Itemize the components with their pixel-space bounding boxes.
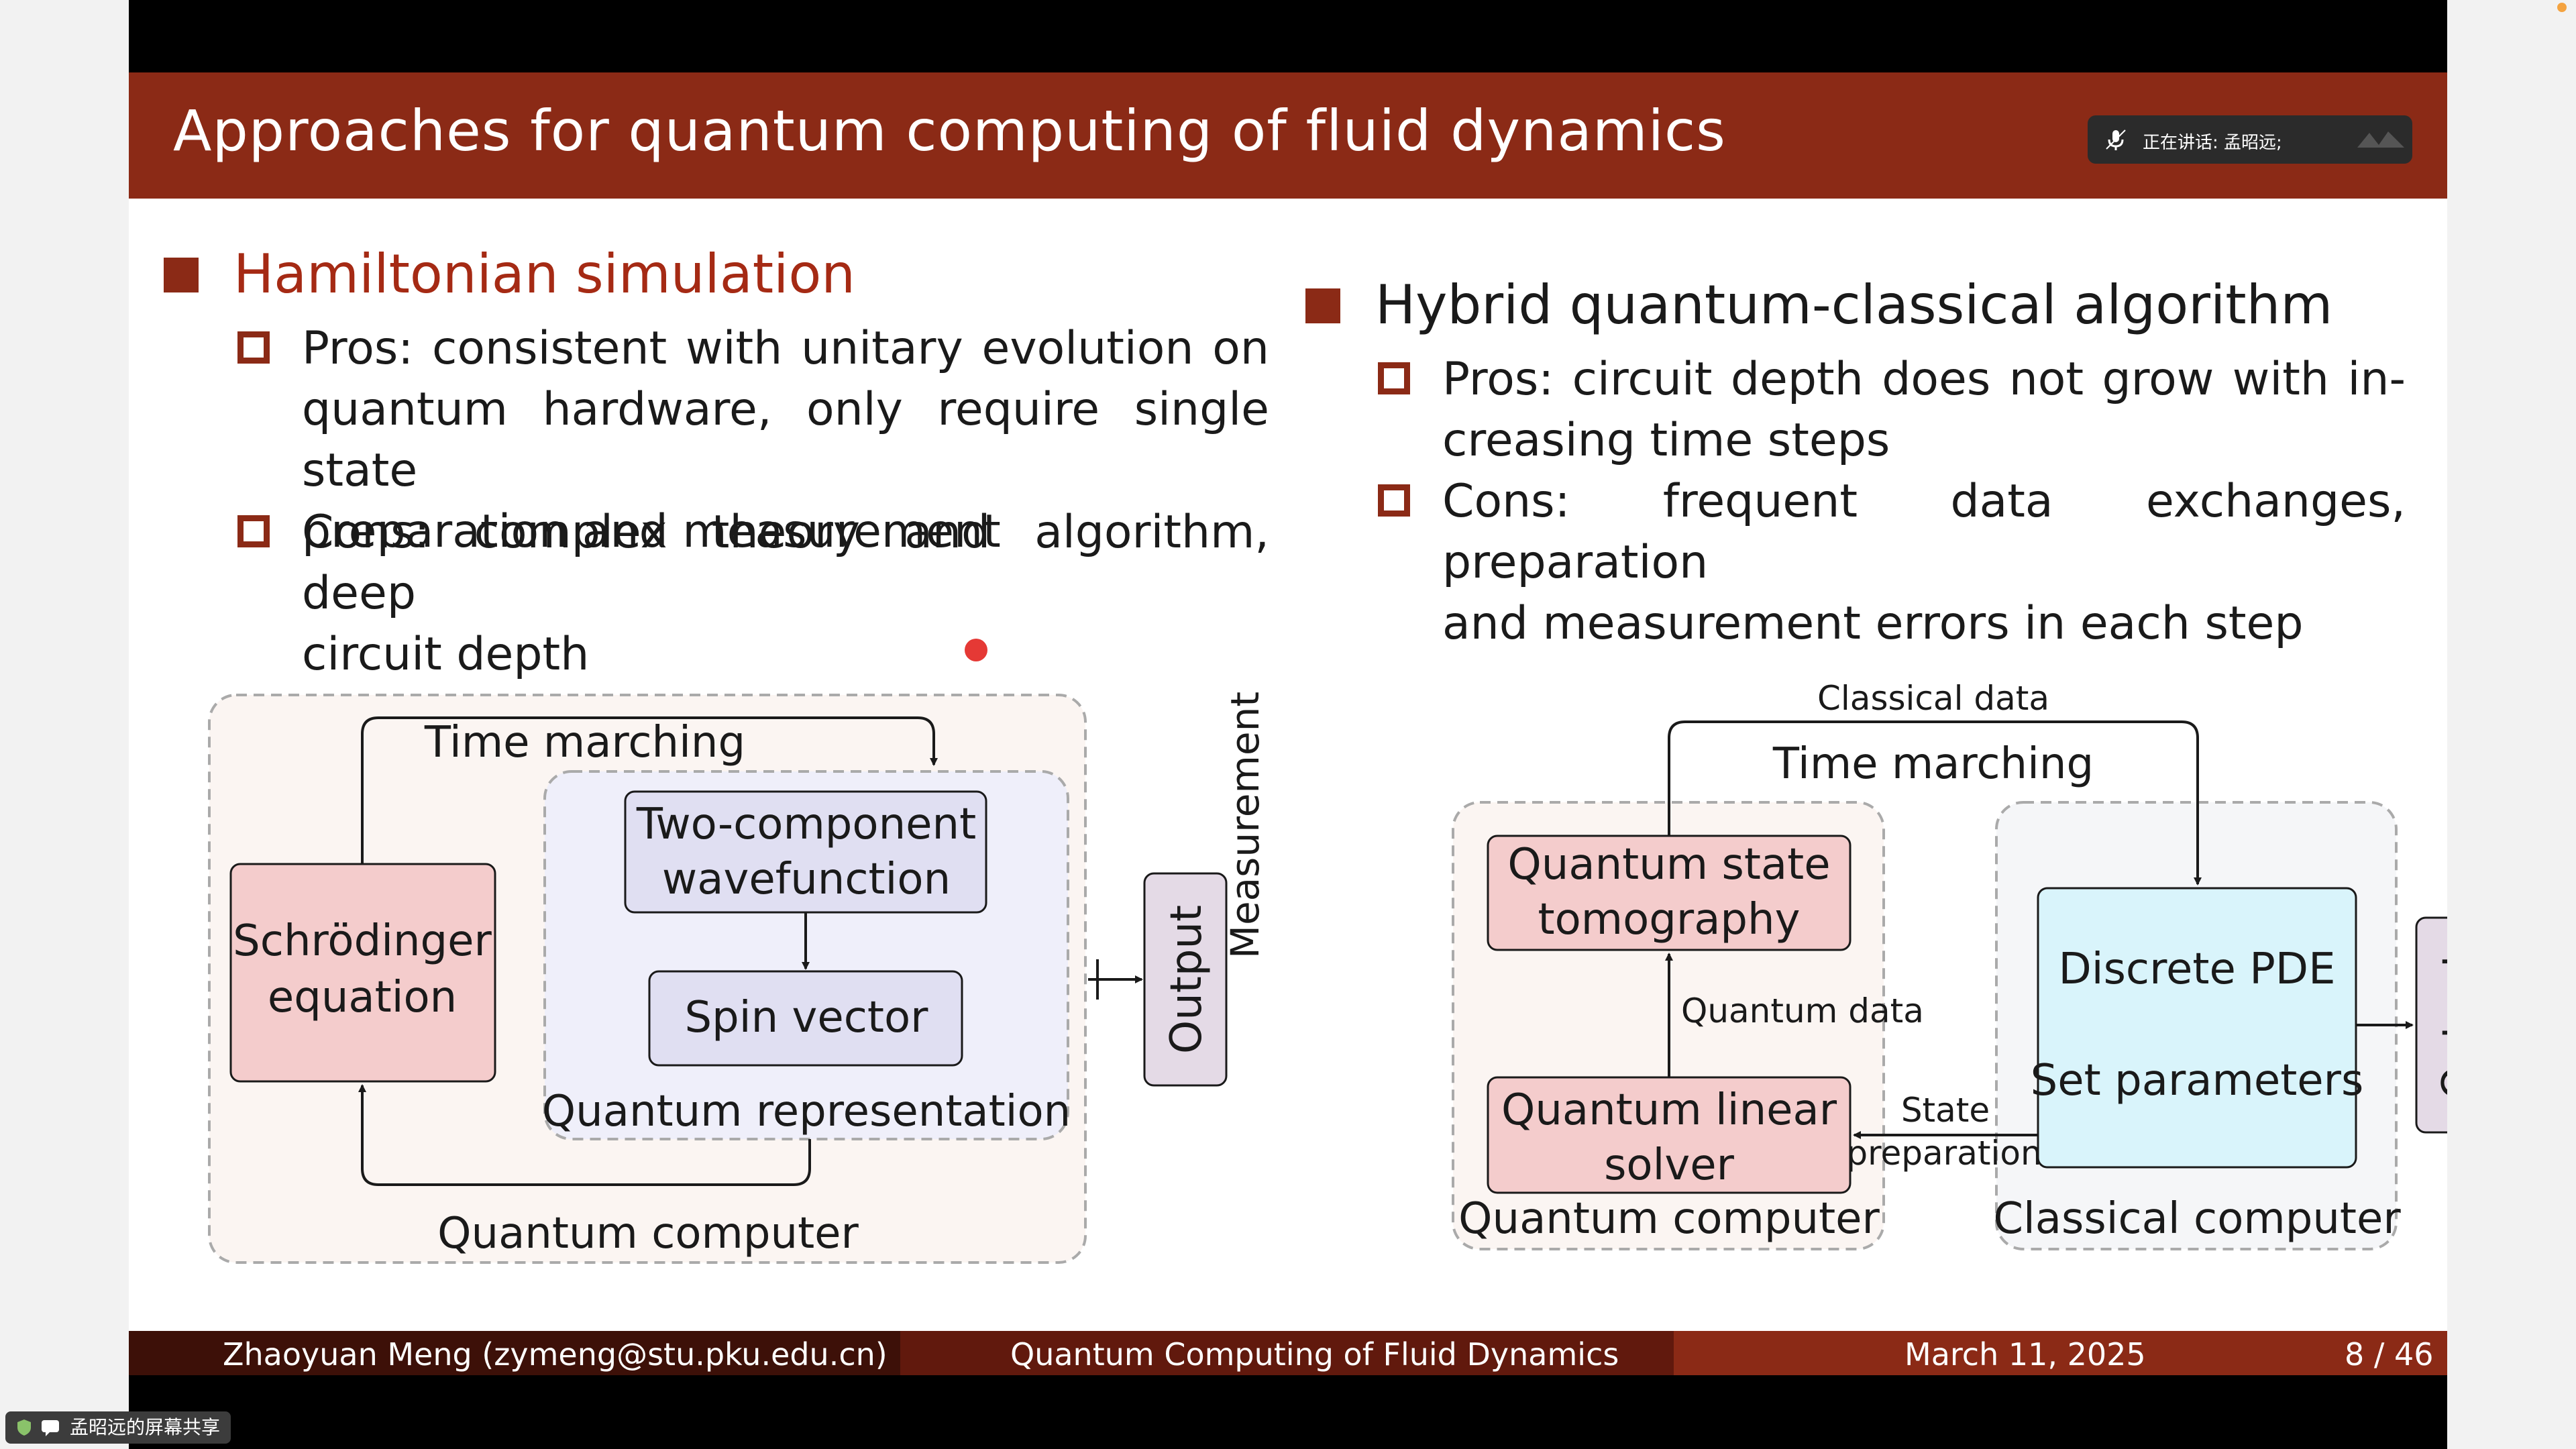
quantum-data-label: Quantum data [1681, 991, 1924, 1030]
window-margin-right [2447, 0, 2576, 1449]
screen-share-label: 孟昭远的屏幕共享 [70, 1416, 221, 1438]
footer-date: March 11, 2025 [1904, 1336, 2146, 1373]
classical-computer-label: Classical computer [1993, 1194, 2401, 1244]
classical-data-label: Classical data [1817, 679, 2049, 718]
footer-author-section: Zhaoyuan Meng (zymeng@stu.pku.edu.cn) [129, 1331, 900, 1375]
bottom-black-bar [129, 1375, 2447, 1449]
right-output-label: Output [2434, 951, 2447, 1099]
state-label: State [1901, 1091, 1990, 1130]
schrodinger-label-2: equation [268, 973, 457, 1022]
quantum-representation-label: Quantum representation [542, 1087, 1071, 1136]
spin-vector-label: Spin vector [685, 993, 929, 1042]
notification-dot [2557, 3, 2567, 12]
tomography-label-2: tomography [1538, 895, 1801, 945]
two-component-label-1: Two-component [636, 800, 976, 849]
preparation-label: preparation [1846, 1134, 2041, 1173]
two-component-label-2: wavefunction [662, 855, 951, 904]
left-quantum-computer-label: Quantum computer [437, 1209, 859, 1258]
chat-icon [42, 1420, 59, 1436]
presentation-slide: Approaches for quantum computing of flui… [129, 0, 2447, 1449]
set-parameters-label: Set parameters [2031, 1056, 2364, 1106]
measurement-label: Measurement [1222, 692, 1268, 959]
right-time-marching-label: Time marching [1772, 739, 2094, 789]
footer-page-number: 8 / 46 [2345, 1336, 2434, 1373]
slide-footer: Zhaoyuan Meng (zymeng@stu.pku.edu.cn) Qu… [129, 1331, 2447, 1375]
shield-icon [17, 1419, 31, 1436]
schrodinger-label-1: Schrödinger [233, 916, 492, 966]
tomography-label-1: Quantum state [1507, 840, 1830, 890]
footer-talk-title: Quantum Computing of Fluid Dynamics [1010, 1336, 1619, 1373]
left-output-label: Output [1162, 905, 1212, 1054]
right-quantum-computer-label: Quantum computer [1458, 1194, 1880, 1244]
discrete-pde-box [2037, 887, 2357, 1169]
discrete-pde-label: Discrete PDE [2059, 945, 2336, 994]
linear-solver-label-2: solver [1604, 1140, 1735, 1190]
hamiltonian-diagram: Time marching Schrödinger equation Two-c… [208, 692, 1268, 1264]
hybrid-diagram: Classical data Time marching Quantum sta… [1452, 679, 2447, 1250]
footer-author: Zhaoyuan Meng (zymeng@stu.pku.edu.cn) [223, 1336, 888, 1373]
window-margin-left [0, 0, 129, 1449]
footer-date-section: March 11, 2025 8 / 46 [1674, 1331, 2447, 1375]
screen-share-badge[interactable]: 孟昭远的屏幕共享 [5, 1411, 231, 1444]
linear-solver-label-1: Quantum linear [1501, 1085, 1837, 1135]
left-time-marching-label: Time marching [424, 718, 745, 767]
footer-title-section: Quantum Computing of Fluid Dynamics [900, 1331, 1674, 1375]
